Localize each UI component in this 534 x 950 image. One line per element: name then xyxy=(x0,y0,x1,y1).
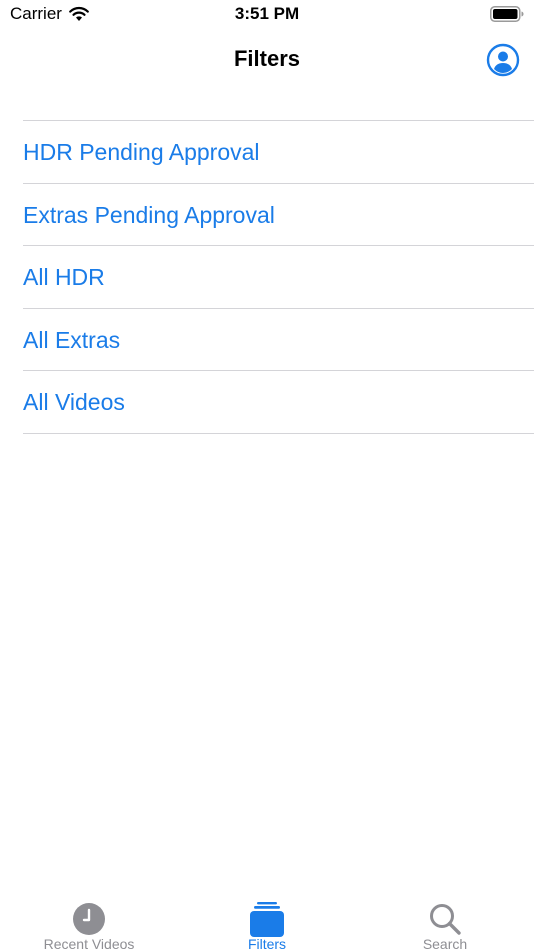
tab-label-recent-videos: Recent Videos xyxy=(43,936,135,950)
tab-bar: Recent Videos Filters Search xyxy=(0,882,534,950)
filter-item-all-extras[interactable]: All Extras xyxy=(23,309,534,371)
magnifying-glass-icon xyxy=(430,904,461,935)
tab-search[interactable]: Search xyxy=(356,882,534,950)
filter-item-extras-pending-approval[interactable]: Extras Pending Approval xyxy=(23,184,534,246)
filter-item-all-hdr[interactable]: All HDR xyxy=(23,246,534,309)
tab-filters[interactable]: Filters xyxy=(178,882,356,950)
page-title: Filters xyxy=(233,46,301,71)
battery-icon xyxy=(490,6,524,22)
clock-icon xyxy=(73,903,105,935)
status-bar: Carrier 3:51 PM xyxy=(0,0,534,30)
navigation-bar: Filters xyxy=(0,30,534,90)
status-time: 3:51 PM xyxy=(234,4,300,23)
screen: Carrier 3:51 PM Filters HDR Pending Appr… xyxy=(0,0,534,950)
tab-label-filters: Filters xyxy=(247,936,287,950)
tab-recent-videos[interactable]: Recent Videos xyxy=(0,882,178,950)
tab-label-search: Search xyxy=(422,936,468,950)
stack-icon xyxy=(250,902,284,937)
filter-list: HDR Pending Approval Extras Pending Appr… xyxy=(23,120,534,434)
filter-item-all-videos[interactable]: All Videos xyxy=(23,371,534,434)
filter-item-hdr-pending-approval[interactable]: HDR Pending Approval xyxy=(23,121,534,184)
profile-button[interactable] xyxy=(486,43,520,77)
